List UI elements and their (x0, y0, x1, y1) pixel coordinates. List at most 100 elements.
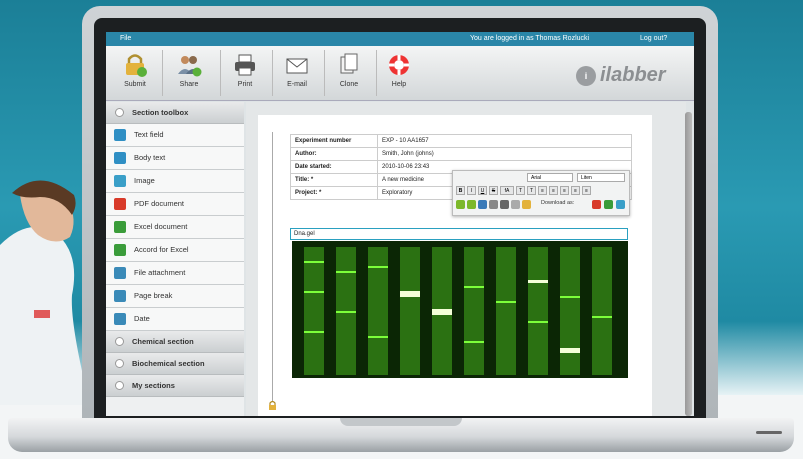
meta-value[interactable]: Smith, John (johns) (377, 147, 632, 161)
calendar-icon (114, 313, 126, 325)
printer-icon (235, 54, 255, 76)
pdf-icon (114, 198, 126, 210)
biochemical-section-label: Biochemical section (132, 359, 205, 368)
help-label: Help (391, 81, 407, 88)
laptop-indicator (756, 431, 782, 434)
close-icon[interactable] (500, 200, 509, 209)
format-toolbar: Arial Liten B I U S fA T T ≡ ≡ ≡ ≡ ≡ Dow… (452, 170, 630, 216)
logged-in-user: You are logged in as Thomas Rozlucki (470, 35, 590, 42)
ilabber-logo: i ilabber (576, 64, 666, 87)
meta-key: Author: (290, 147, 378, 161)
excel-icon (114, 244, 126, 256)
align-left-button[interactable]: ≡ (560, 186, 569, 195)
cut-icon[interactable] (478, 200, 487, 209)
help-button[interactable]: Help (374, 50, 424, 96)
main-toolbar: Submit Share Print E-mail Clone Help i i… (106, 46, 694, 101)
section-toolbox-label: Section toolbox (132, 108, 189, 117)
strike-button[interactable]: S (489, 186, 498, 195)
logout-link[interactable]: Log out? (640, 32, 667, 46)
body-text-icon (114, 152, 126, 164)
lock-icon[interactable] (522, 200, 531, 209)
sidebar-item-date[interactable]: Date (106, 308, 244, 331)
logo-text: ilabber (600, 64, 666, 86)
sidebar-item-label: Accord for Excel (134, 245, 189, 254)
excel-icon (114, 221, 126, 233)
clone-label: Clone (339, 81, 359, 88)
sidebar-item-text-field[interactable]: Text field (106, 124, 244, 147)
envelope-icon (286, 58, 308, 74)
chemical-section-label: Chemical section (132, 337, 194, 346)
submit-button[interactable]: Submit (110, 50, 160, 96)
align-center-button[interactable]: ≡ (571, 186, 580, 195)
meta-key: Experiment number (290, 134, 378, 148)
numbered-list-button[interactable]: ≡ (549, 186, 558, 195)
trash-icon[interactable] (489, 200, 498, 209)
copy-icon (340, 53, 358, 74)
subscript-button[interactable]: T (516, 186, 525, 195)
font-size-button[interactable]: fA (500, 186, 514, 195)
sidebar-item-page-break[interactable]: Page break (106, 285, 244, 308)
sidebar-item-image[interactable]: Image (106, 170, 244, 193)
biochemical-section-header[interactable]: Biochemical section (106, 353, 244, 375)
radio-icon (115, 359, 124, 368)
section-sidebar: Section toolbox Text field Body text Ima… (106, 102, 244, 416)
size-select[interactable]: Liten (577, 173, 625, 182)
font-select[interactable]: Arial (527, 173, 573, 182)
margin-line (272, 132, 273, 402)
meta-key: Title: * (290, 173, 378, 187)
arrow-down-icon[interactable] (456, 200, 465, 209)
copy-icon[interactable] (511, 200, 520, 209)
sidebar-item-label: Excel document (134, 222, 188, 231)
sidebar-item-file-attachment[interactable]: File attachment (106, 262, 244, 285)
radio-icon (115, 337, 124, 346)
superscript-button[interactable]: T (527, 186, 536, 195)
table-row: Author: Smith, John (johns) (290, 147, 632, 161)
email-label: E-mail (287, 81, 307, 88)
image-icon[interactable] (616, 200, 625, 209)
chemical-section-header[interactable]: Chemical section (106, 331, 244, 353)
image-icon (114, 175, 126, 187)
scientist-photo (0, 180, 90, 405)
radio-icon (115, 108, 124, 117)
share-label: Share (179, 81, 199, 88)
list-button[interactable]: ≡ (538, 186, 547, 195)
my-sections-header[interactable]: My sections (106, 375, 244, 397)
pdf-icon[interactable] (592, 200, 601, 209)
excel-icon[interactable] (604, 200, 613, 209)
scrollbar-thumb[interactable] (685, 112, 692, 416)
sidebar-item-label: Body text (134, 153, 166, 162)
top-bar: File You are logged in as Thomas Rozluck… (106, 32, 694, 46)
print-button[interactable]: Print (220, 50, 270, 96)
bold-button[interactable]: B (456, 186, 465, 195)
share-button[interactable]: Share (164, 50, 214, 96)
download-label: Download as: (541, 200, 575, 206)
image-title-field[interactable]: Dna.gel (290, 228, 628, 240)
page-break-icon (114, 290, 126, 302)
clone-button[interactable]: Clone (324, 50, 374, 96)
my-sections-label: My sections (132, 381, 175, 390)
arrow-up-icon[interactable] (467, 200, 476, 209)
vertical-scrollbar[interactable] (685, 112, 692, 416)
meta-key: Date started: (290, 160, 378, 174)
sidebar-item-excel-document[interactable]: Excel document (106, 216, 244, 239)
laptop-notch (340, 418, 462, 426)
file-menu[interactable]: File (120, 32, 131, 46)
lock-icon[interactable] (268, 400, 277, 410)
underline-button[interactable]: U (478, 186, 487, 195)
sidebar-item-label: File attachment (134, 268, 186, 277)
sidebar-item-label: Text field (134, 130, 164, 139)
italic-button[interactable]: I (467, 186, 476, 195)
sidebar-item-body-text[interactable]: Body text (106, 147, 244, 170)
sidebar-item-pdf-document[interactable]: PDF document (106, 193, 244, 216)
section-toolbox-header[interactable]: Section toolbox (106, 102, 244, 124)
email-button[interactable]: E-mail (272, 50, 322, 96)
lock-check-icon (126, 54, 147, 77)
attachment-icon (114, 267, 126, 279)
sidebar-item-label: Date (134, 314, 150, 323)
meta-value[interactable]: EXP - 10 AA1657 (377, 134, 632, 148)
sidebar-item-label: Image (134, 176, 155, 185)
sidebar-item-accord-for-excel[interactable]: Accord for Excel (106, 239, 244, 262)
sidebar-item-label: PDF document (134, 199, 185, 208)
table-row: Experiment number EXP - 10 AA1657 (290, 134, 632, 148)
align-right-button[interactable]: ≡ (582, 186, 591, 195)
